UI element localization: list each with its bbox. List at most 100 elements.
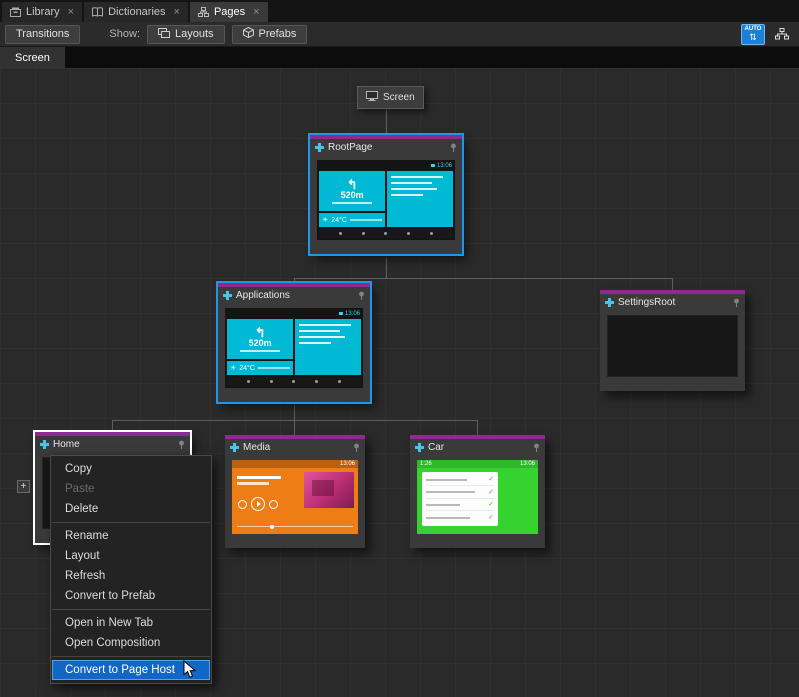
sort-arrows-icon: ⇅ — [749, 33, 757, 42]
pages-toolbar: Transitions Show: Layouts Prefabs AUTO ⇅ — [0, 22, 799, 47]
signal-icon — [431, 164, 435, 167]
close-icon[interactable]: × — [253, 6, 259, 18]
node-media[interactable]: Media 13:06 — [225, 435, 365, 548]
menu-item-copy[interactable]: Copy — [51, 459, 211, 479]
tab-label: Dictionaries — [108, 6, 165, 18]
page-icon — [415, 439, 424, 457]
thumb-clock: 13:06 — [437, 163, 452, 169]
close-icon[interactable]: × — [174, 6, 180, 18]
menu-item-layout[interactable]: Layout — [51, 546, 211, 566]
navigation-panel: ↰ 520m — [319, 171, 385, 211]
tab-dictionaries[interactable]: Dictionaries × — [84, 2, 188, 22]
menu-item-open-in-new-tab[interactable]: Open in New Tab — [51, 613, 211, 633]
distance-label: 520m — [249, 338, 272, 348]
page-icon — [223, 287, 232, 305]
menu-separator — [52, 656, 210, 657]
close-icon[interactable]: × — [68, 6, 74, 18]
layouts-label: Layouts — [175, 28, 214, 40]
street-text-skeleton — [240, 350, 280, 352]
weather-text-skeleton — [350, 219, 382, 221]
menu-item-convert-to-prefab[interactable]: Convert to Prefab — [51, 586, 211, 606]
dictionary-icon — [92, 7, 103, 17]
page-icon — [315, 139, 324, 157]
distance-label: 520m — [341, 190, 364, 200]
screen-monitor-icon — [366, 91, 378, 104]
car-preview: 1:26 13:06 ✓ ✓ ✓ ✓ — [417, 460, 538, 534]
connector-line — [112, 420, 478, 421]
page-icon — [605, 294, 614, 312]
thumb-status-bar: 13:06 — [232, 460, 358, 468]
layouts-toggle[interactable]: Layouts — [147, 25, 225, 44]
sun-icon: ☀ — [230, 365, 236, 372]
node-title: Applications — [236, 290, 354, 301]
tab-label: Pages — [214, 6, 245, 18]
node-header: RootPage — [310, 139, 462, 156]
layouts-icon — [158, 28, 170, 41]
menu-item-rename[interactable]: Rename — [51, 526, 211, 546]
thumb-clock: 13:06 — [340, 461, 355, 467]
node-header: Home — [35, 436, 190, 453]
pin-icon[interactable] — [533, 443, 540, 453]
play-button-icon — [251, 497, 265, 511]
menu-item-open-composition[interactable]: Open Composition — [51, 633, 211, 653]
weather-panel: ☀ 24°C — [319, 213, 385, 227]
auto-arrange-toggle[interactable]: AUTO ⇅ — [741, 24, 765, 45]
page-graph-canvas[interactable]: Screen RootPage 13:06 — [0, 68, 799, 697]
pin-icon[interactable] — [733, 298, 740, 308]
artist-name-skeleton — [237, 482, 269, 485]
node-body: 1:26 13:06 ✓ ✓ ✓ ✓ — [410, 456, 545, 548]
connector-line — [294, 405, 295, 420]
node-body: 13:06 ↰ 520m ☀ 24°C — [310, 156, 462, 254]
pin-icon[interactable] — [358, 291, 365, 301]
connector-line — [294, 278, 673, 279]
add-page-button[interactable]: + — [17, 480, 30, 493]
menu-separator — [52, 609, 210, 610]
pin-icon[interactable] — [178, 440, 185, 450]
thumb-status-bar: 13:06 — [227, 310, 361, 317]
transitions-button[interactable]: Transitions — [5, 25, 80, 44]
applications-preview: 13:06 ↰ 520m ☀ 24°C — [225, 308, 363, 388]
toolbar-right-group: AUTO ⇅ — [741, 24, 794, 45]
signal-icon — [339, 312, 343, 315]
mouse-cursor — [183, 660, 196, 684]
node-body — [600, 311, 745, 391]
node-header: SettingsRoot — [600, 294, 745, 311]
prefabs-toggle[interactable]: Prefabs — [232, 25, 308, 44]
node-settingsroot[interactable]: SettingsRoot — [600, 290, 745, 391]
tab-library[interactable]: Library × — [2, 2, 82, 22]
pin-icon[interactable] — [450, 143, 457, 153]
connector-line — [294, 420, 295, 435]
node-header: Car — [410, 439, 545, 456]
sun-icon: ☀ — [322, 217, 328, 224]
node-header: Media — [225, 439, 365, 456]
show-label: Show: — [109, 28, 140, 40]
node-car[interactable]: Car 1:26 13:06 ✓ ✓ ✓ ✓ — [410, 435, 545, 548]
media-preview: 13:06 — [232, 460, 358, 534]
connector-line — [477, 420, 478, 435]
prefabs-label: Prefabs — [259, 28, 297, 40]
message-panel — [295, 319, 361, 375]
media-controls — [238, 497, 278, 511]
pages-editor-window: Library × Dictionaries × Pages × Transit… — [0, 0, 799, 697]
album-art — [304, 472, 354, 508]
pin-icon[interactable] — [353, 443, 360, 453]
node-rootpage[interactable]: RootPage 13:06 ↰ 520m — [310, 135, 462, 254]
menu-item-paste: Paste — [51, 479, 211, 499]
street-text-skeleton — [332, 202, 372, 204]
document-tab-bar: Library × Dictionaries × Pages × — [0, 0, 799, 22]
library-icon — [10, 7, 21, 17]
tab-label: Library — [26, 6, 60, 18]
overview-tree-icon[interactable] — [770, 24, 794, 45]
tab-pages[interactable]: Pages × — [190, 2, 268, 22]
node-applications[interactable]: Applications 13:06 ↰ 520m — [218, 283, 370, 402]
tab-screen-view[interactable]: Screen — [0, 47, 65, 68]
node-screen[interactable]: Screen — [357, 86, 424, 109]
menu-item-delete[interactable]: Delete — [51, 499, 211, 519]
menu-item-refresh[interactable]: Refresh — [51, 566, 211, 586]
track-title-skeleton — [237, 476, 281, 479]
node-body: 13:06 ↰ 520m ☀ 24°C — [218, 304, 370, 402]
settingsroot-preview — [607, 315, 738, 377]
node-title: Car — [428, 442, 529, 453]
node-body: 13:06 — [225, 456, 365, 548]
thumb-status-bar: 1:26 13:06 — [417, 460, 538, 468]
